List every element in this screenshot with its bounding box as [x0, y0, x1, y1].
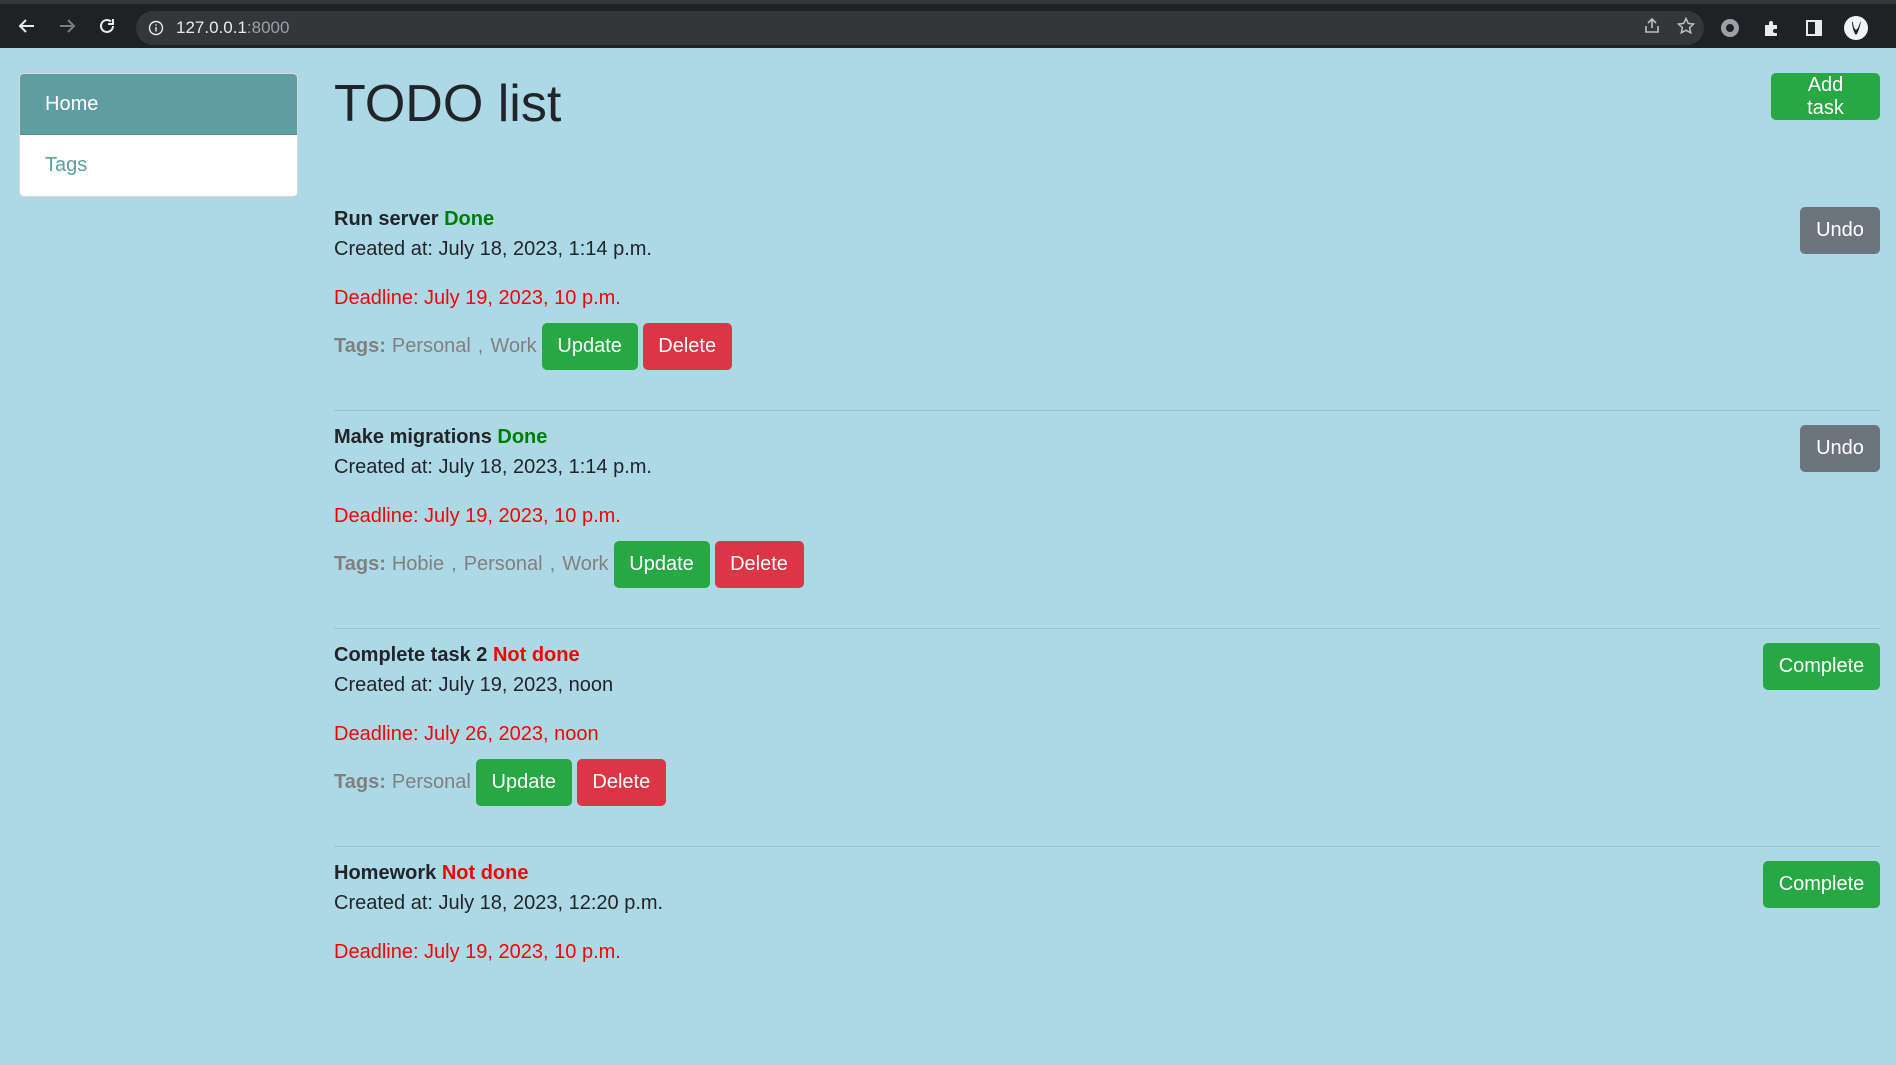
- sidebar-nav: Home Tags: [19, 73, 298, 197]
- task-item: Complete task 2 Not done Created at: Jul…: [334, 629, 1880, 847]
- task-item: Run server Done Created at: July 18, 202…: [334, 193, 1880, 411]
- task-item: Homework Not done Created at: July 18, 2…: [334, 847, 1880, 1065]
- add-task-button[interactable]: Add task: [1771, 73, 1880, 120]
- task-deadline: Deadline: July 19, 2023, 10 p.m.: [334, 505, 621, 527]
- update-button[interactable]: Update: [475, 759, 572, 806]
- complete-button[interactable]: Complete: [1763, 861, 1880, 908]
- delete-button[interactable]: Delete: [642, 323, 732, 370]
- task-name: Homework: [334, 862, 437, 884]
- task-tags-row: Tags: Personal , Work Update Delete: [334, 323, 732, 370]
- task-name: Run server: [334, 208, 439, 230]
- task-title-line: Complete task 2 Not done: [334, 641, 580, 669]
- task-tags-row: Tags: Personal Update Delete: [334, 759, 666, 806]
- profile-avatar-icon[interactable]: [1842, 14, 1870, 42]
- back-icon[interactable]: [10, 9, 44, 43]
- tags-label: Tags:: [334, 771, 386, 793]
- complete-button[interactable]: Complete: [1763, 643, 1880, 690]
- task-created-at: Created at: July 18, 2023, 12:20 p.m.: [334, 892, 664, 914]
- extensions-icon[interactable]: [1758, 14, 1786, 42]
- share-icon[interactable]: [1642, 16, 1662, 41]
- task-deadline: Deadline: July 19, 2023, 10 p.m.: [334, 941, 621, 963]
- browser-menu-icon[interactable]: [1884, 14, 1896, 42]
- forward-icon[interactable]: [50, 9, 84, 43]
- task-status: Done: [444, 208, 495, 230]
- task-title-line: Make migrations Done: [334, 423, 547, 451]
- task-created-at: Created at: July 18, 2023, 1:14 p.m.: [334, 456, 652, 478]
- task-deadline: Deadline: July 19, 2023, 10 p.m.: [334, 287, 621, 309]
- side-panel-icon[interactable]: [1800, 14, 1828, 42]
- tag-link[interactable]: Work: [490, 335, 536, 358]
- tag-separator: ,: [477, 335, 484, 357]
- task-item: Make migrations Done Created at: July 18…: [334, 411, 1880, 629]
- page-title: TODO list: [334, 75, 562, 133]
- browser-toolbar: 127.0.0.1:8000: [0, 0, 1896, 48]
- update-button[interactable]: Update: [541, 323, 638, 370]
- sidebar-item-tags[interactable]: Tags: [20, 135, 297, 196]
- task-created-at: Created at: July 19, 2023, noon: [334, 674, 614, 696]
- task-status: Not done: [492, 644, 580, 666]
- tag-link[interactable]: Work: [562, 553, 608, 576]
- tags-label: Tags:: [334, 335, 386, 357]
- task-name: Complete task 2: [334, 644, 488, 666]
- task-status: Done: [497, 426, 548, 448]
- reload-icon[interactable]: [90, 9, 124, 43]
- task-name: Make migrations: [334, 426, 492, 448]
- task-deadline: Deadline: July 26, 2023, noon: [334, 723, 599, 745]
- bookmark-star-icon[interactable]: [1676, 16, 1696, 41]
- task-title-line: Homework Not done: [334, 859, 528, 887]
- task-title-line: Run server Done: [334, 205, 494, 233]
- delete-button[interactable]: Delete: [576, 759, 666, 806]
- tag-link[interactable]: Personal: [392, 335, 471, 358]
- extension-puzzle-badge-icon[interactable]: [1716, 14, 1744, 42]
- task-tags-row: Tags: Hobie , Personal , Work Update Del…: [334, 541, 804, 588]
- address-bar[interactable]: 127.0.0.1:8000: [136, 11, 1704, 45]
- delete-button[interactable]: Delete: [714, 541, 804, 588]
- tag-separator: ,: [451, 553, 457, 575]
- url-host: 127.0.0.1: [176, 18, 247, 37]
- tag-link[interactable]: Personal: [464, 553, 543, 576]
- tag-separator: ,: [549, 553, 556, 575]
- task-created-at: Created at: July 18, 2023, 1:14 p.m.: [334, 238, 652, 260]
- update-button[interactable]: Update: [613, 541, 710, 588]
- undo-button[interactable]: Undo: [1800, 425, 1880, 472]
- undo-button[interactable]: Undo: [1800, 207, 1880, 254]
- site-info-icon[interactable]: [148, 20, 164, 36]
- tag-link[interactable]: Hobie: [392, 553, 444, 576]
- task-status: Not done: [441, 862, 529, 884]
- sidebar-item-home[interactable]: Home: [20, 74, 297, 135]
- tag-link[interactable]: Personal: [392, 771, 471, 794]
- url-port: :8000: [246, 18, 290, 37]
- tags-label: Tags:: [334, 553, 386, 575]
